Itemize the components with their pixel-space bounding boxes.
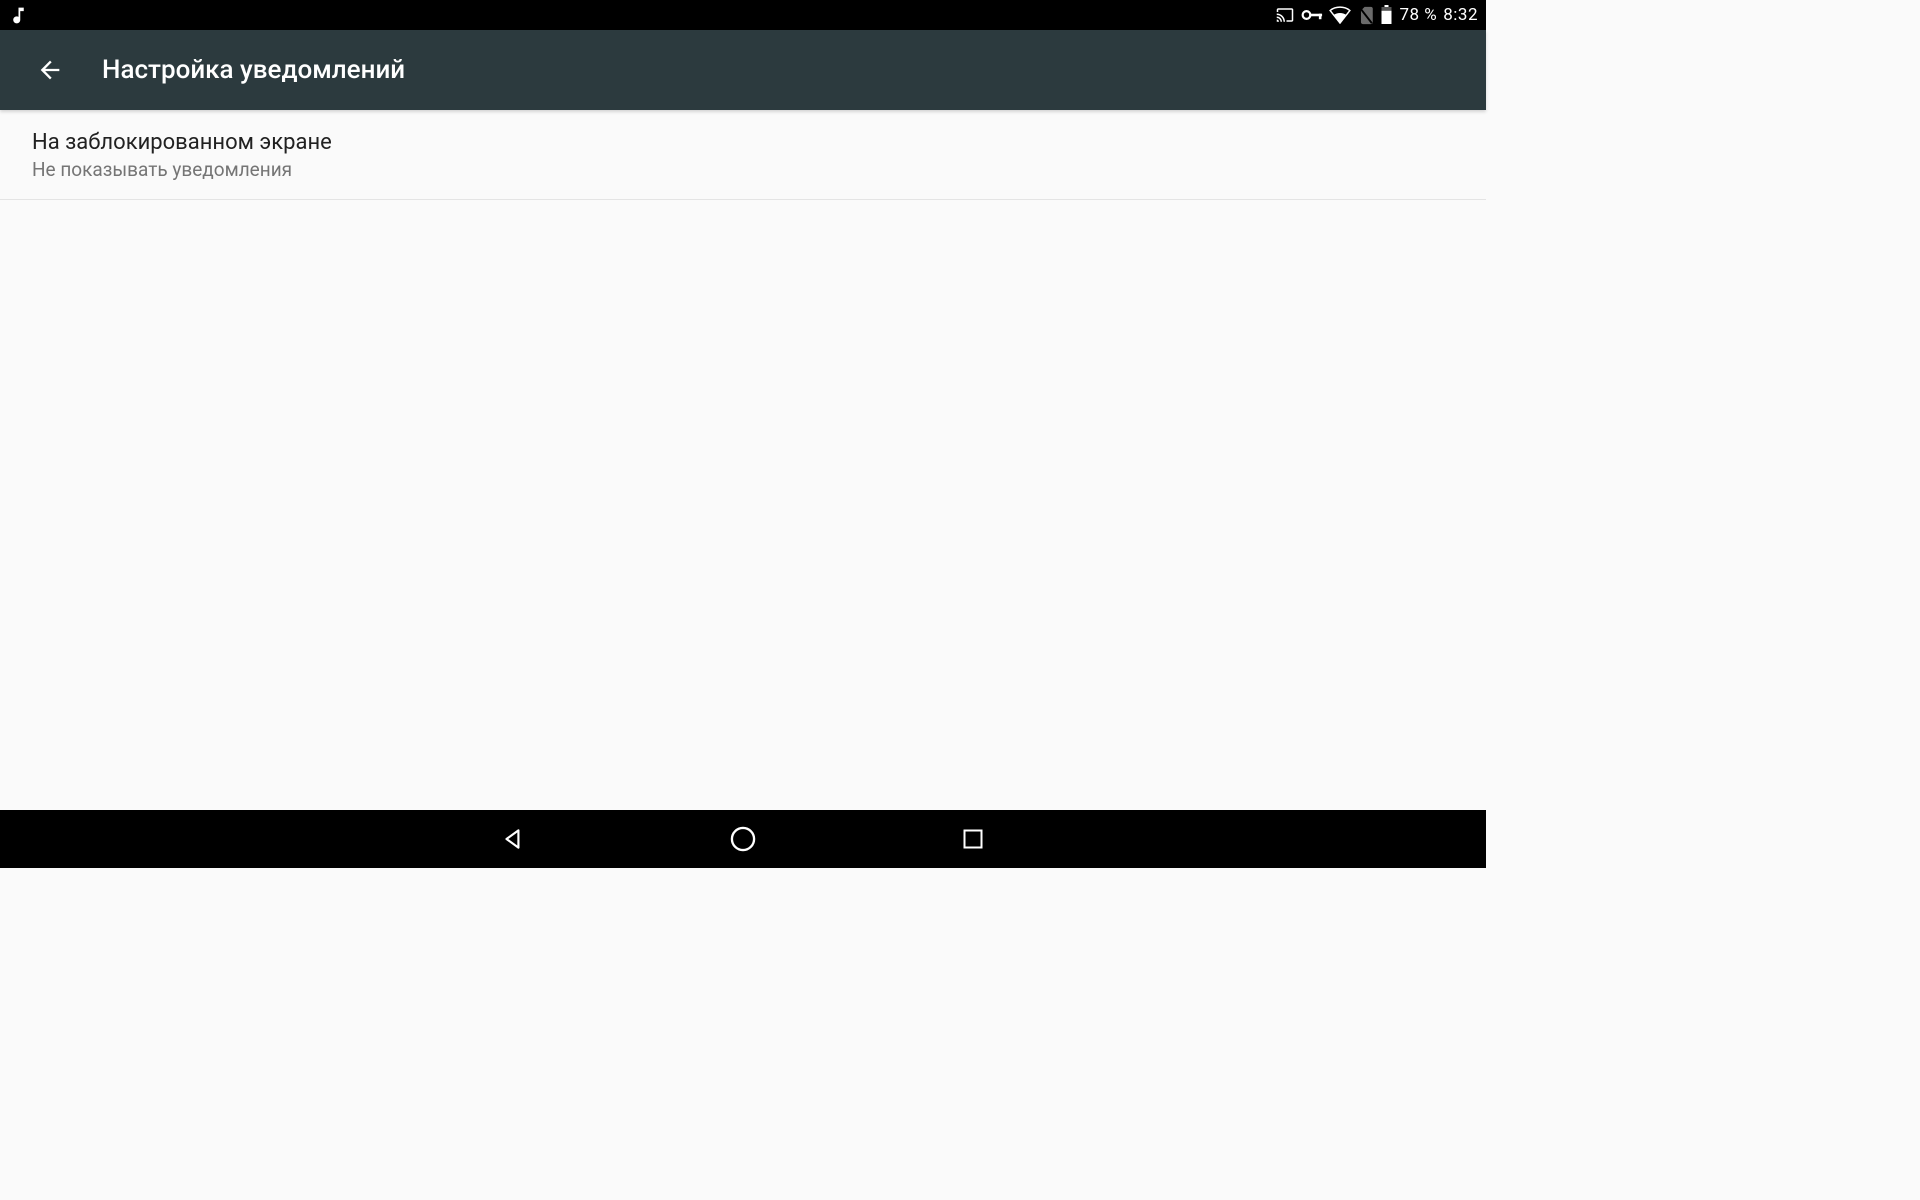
arrow-back-icon [36, 56, 64, 84]
square-recent-icon [961, 827, 985, 851]
music-note-icon [8, 5, 29, 26]
cast-icon [1275, 6, 1295, 24]
triangle-back-icon [500, 826, 526, 852]
nav-recent-button[interactable] [948, 814, 998, 864]
setting-lock-screen[interactable]: На заблокированном экране Не показывать … [0, 110, 1486, 200]
settings-list: На заблокированном экране Не показывать … [0, 110, 1486, 810]
back-button[interactable] [30, 50, 70, 90]
nav-home-button[interactable] [718, 814, 768, 864]
no-sim-icon [1357, 5, 1374, 25]
vpn-key-icon [1301, 8, 1323, 22]
navigation-bar [0, 810, 1486, 868]
clock-time: 8:32 [1443, 5, 1478, 25]
status-bar: 78 % 8:32 [0, 0, 1486, 30]
battery-percent: 78 % [1399, 5, 1437, 25]
setting-subtitle: Не показывать уведомления [32, 158, 1454, 181]
circle-home-icon [729, 825, 757, 853]
wifi-icon [1329, 6, 1351, 24]
nav-back-button[interactable] [488, 814, 538, 864]
app-bar: Настройка уведомлений [0, 30, 1486, 110]
status-bar-left [8, 5, 29, 26]
setting-title: На заблокированном экране [32, 130, 1454, 155]
battery-icon [1380, 5, 1393, 25]
page-title: Настройка уведомлений [102, 55, 405, 85]
status-bar-right: 78 % 8:32 [1275, 5, 1478, 25]
